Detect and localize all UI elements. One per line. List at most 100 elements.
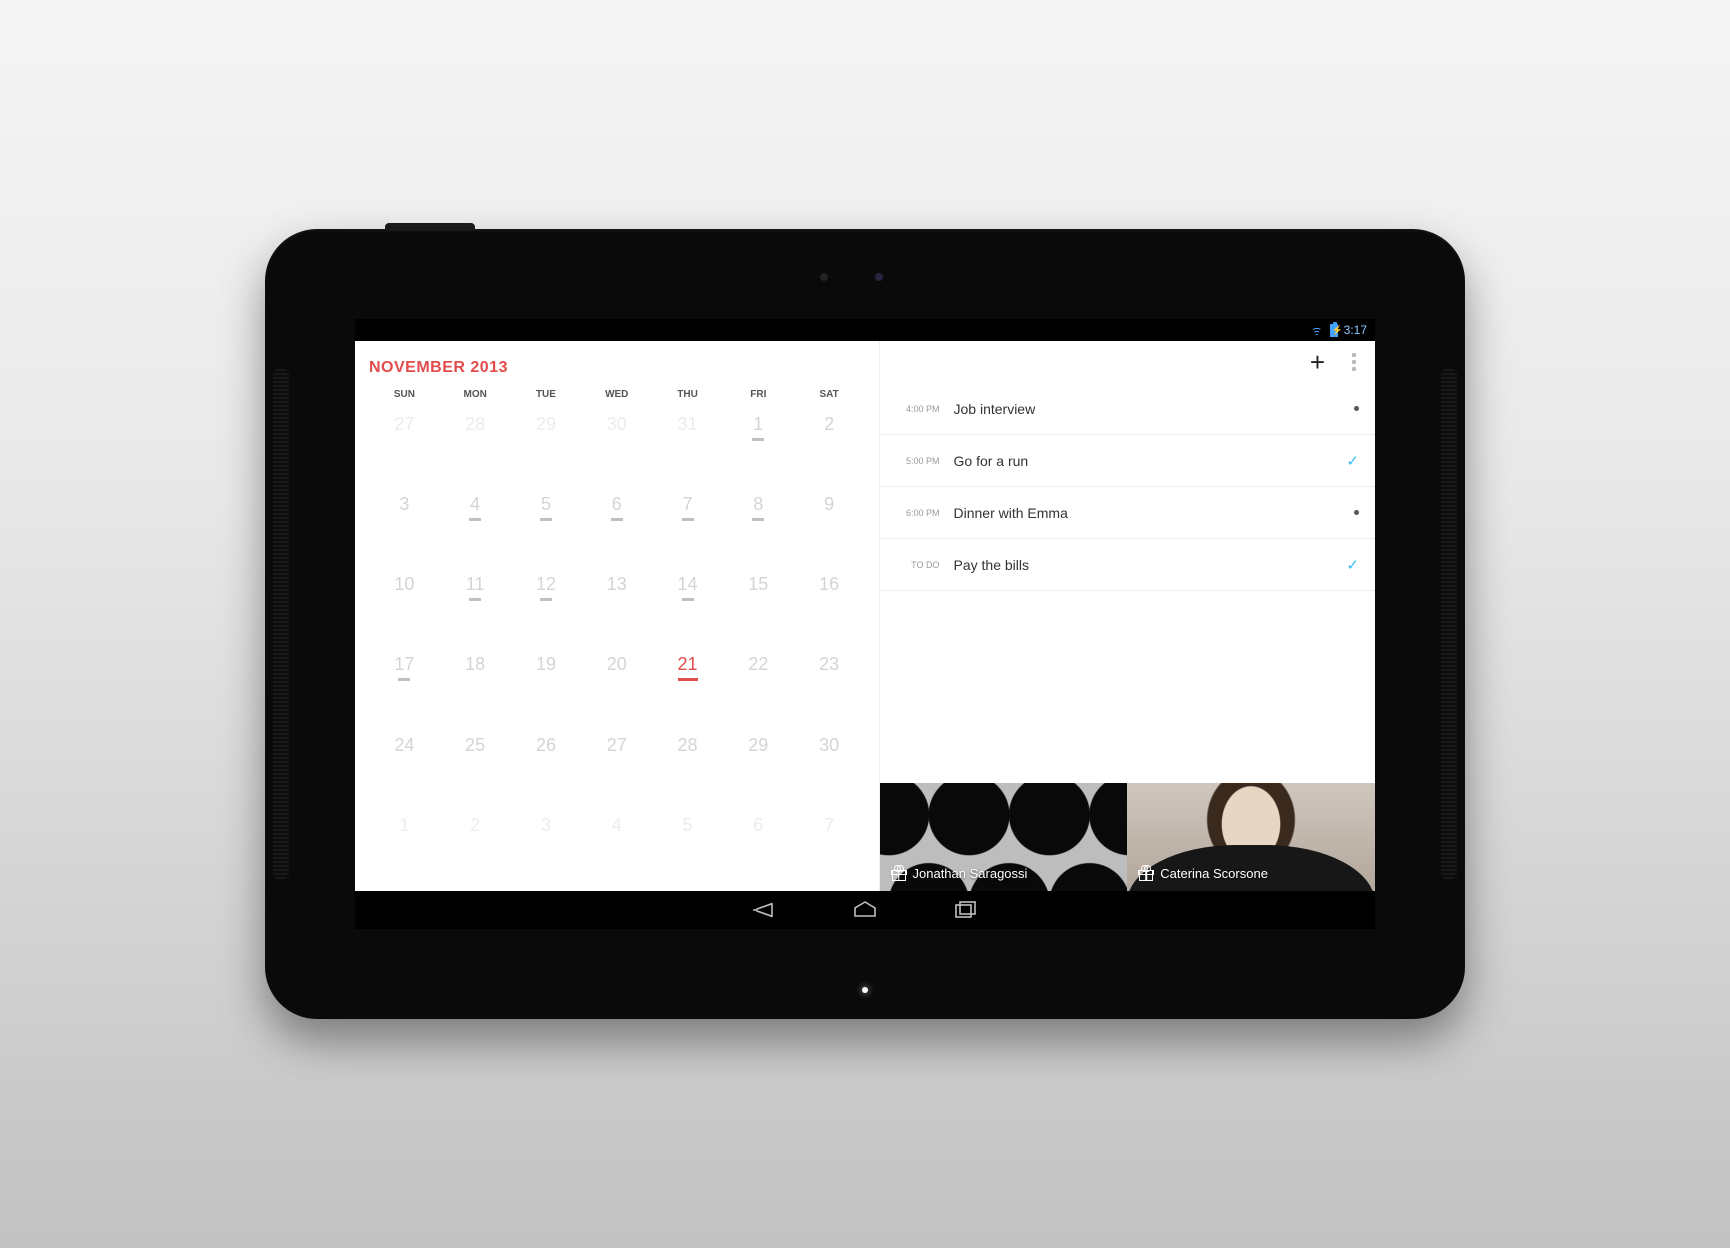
event-time: 5:00 PM [892,456,940,466]
day-number: 2 [470,815,480,836]
calendar-day-cell[interactable]: 28 [652,721,723,801]
weekday-label: THU [652,389,723,400]
calendar-day-cell[interactable]: 6 [723,801,794,881]
day-number: 3 [399,494,409,515]
calendar-day-cell[interactable]: 25 [440,721,511,801]
weekday-label: WED [581,389,652,400]
calendar-day-cell[interactable]: 5 [511,480,582,560]
calendar-day-cell[interactable]: 18 [440,640,511,720]
calendar-day-cell[interactable]: 26 [511,721,582,801]
calendar-day-cell[interactable]: 6 [581,480,652,560]
calendar-day-cell[interactable]: 29 [511,400,582,480]
calendar-day-cell[interactable]: 4 [581,801,652,881]
contact-name: Caterina Scorsone [1160,866,1268,881]
weekday-label: SAT [794,389,865,400]
calendar-day-cell[interactable]: 31 [652,400,723,480]
calendar-day-cell[interactable]: 29 [723,721,794,801]
calendar-day-cell[interactable]: 1 [723,400,794,480]
birthday-contacts: Jonathan Saragossi Caterina Scorsone [880,783,1376,891]
day-number: 30 [607,414,627,435]
calendar-day-cell[interactable]: 10 [369,560,440,640]
day-number: 12 [536,574,556,595]
day-number: 7 [824,815,834,836]
event-mark [469,518,481,521]
calendar-day-cell[interactable]: 30 [794,721,865,801]
calendar-day-cell[interactable]: 9 [794,480,865,560]
calendar-day-cell[interactable]: 7 [652,480,723,560]
calendar-day-cell[interactable]: 28 [440,400,511,480]
day-number: 21 [678,654,698,675]
calendar-day-cell[interactable]: 15 [723,560,794,640]
day-number: 23 [819,654,839,675]
calendar-day-cell[interactable]: 22 [723,640,794,720]
calendar-day-cell[interactable]: 13 [581,560,652,640]
event-mark [678,678,698,681]
calendar-day-cell[interactable]: 17 [369,640,440,720]
calendar-day-cell[interactable]: 27 [369,400,440,480]
day-number: 4 [612,815,622,836]
day-number: 9 [824,494,834,515]
calendar-day-cell[interactable]: 24 [369,721,440,801]
event-row[interactable]: 5:00 PMGo for a run✓ [880,435,1376,487]
calendar-day-cell[interactable]: 20 [581,640,652,720]
day-number: 18 [465,654,485,675]
day-number: 28 [465,414,485,435]
day-number: 14 [678,574,698,595]
event-row[interactable]: TO DOPay the bills✓ [880,539,1376,591]
day-number: 22 [748,654,768,675]
event-row[interactable]: 6:00 PMDinner with Emma [880,487,1376,539]
calendar-day-cell[interactable]: 12 [511,560,582,640]
check-icon: ✓ [1346,556,1359,574]
event-row[interactable]: 4:00 PMJob interview [880,383,1376,435]
calendar-day-cell[interactable]: 4 [440,480,511,560]
calendar-day-cell[interactable]: 19 [511,640,582,720]
calendar-day-cell[interactable]: 30 [581,400,652,480]
overflow-menu-button[interactable] [1347,353,1361,371]
calendar-day-cell[interactable]: 2 [440,801,511,881]
calendar-day-cell[interactable]: 2 [794,400,865,480]
day-number: 25 [465,735,485,756]
power-button[interactable] [385,223,475,231]
calendar-app: NOVEMBER 2013 SUNMONTUEWEDTHUFRISAT 2728… [355,341,1375,891]
day-number: 13 [607,574,627,595]
day-number: 31 [678,414,698,435]
gift-icon [1139,867,1153,881]
nav-back-button[interactable] [752,900,778,920]
event-mark [540,518,552,521]
add-event-button[interactable]: + [1310,349,1325,375]
weekday-header: SUNMONTUEWEDTHUFRISAT [369,389,865,400]
day-number: 19 [536,654,556,675]
day-number: 28 [678,735,698,756]
day-number: 1 [753,414,763,435]
calendar-day-cell[interactable]: 3 [369,480,440,560]
calendar-day-cell[interactable]: 7 [794,801,865,881]
calendar-day-cell[interactable]: 3 [511,801,582,881]
event-title: Job interview [954,401,1355,417]
contact-card[interactable]: Caterina Scorsone [1127,783,1375,891]
calendar-grid: 2728293031123456789101112131415161718192… [369,400,865,881]
weekday-label: SUN [369,389,440,400]
status-bar[interactable]: ⚡ 3:17 [355,319,1375,341]
calendar-day-cell[interactable]: 21 [652,640,723,720]
month-title[interactable]: NOVEMBER 2013 [369,359,865,377]
calendar-day-cell[interactable]: 27 [581,721,652,801]
calendar-day-cell[interactable]: 14 [652,560,723,640]
event-mark [611,518,623,521]
day-number: 6 [612,494,622,515]
event-mark [682,518,694,521]
day-number: 6 [753,815,763,836]
calendar-day-cell[interactable]: 1 [369,801,440,881]
calendar-day-cell[interactable]: 5 [652,801,723,881]
weekday-label: FRI [723,389,794,400]
gift-icon [892,867,906,881]
day-number: 7 [683,494,693,515]
calendar-day-cell[interactable]: 8 [723,480,794,560]
contact-card[interactable]: Jonathan Saragossi [880,783,1128,891]
calendar-day-cell[interactable]: 16 [794,560,865,640]
nav-recent-button[interactable] [952,900,978,920]
day-number: 27 [394,414,414,435]
nav-home-button[interactable] [852,900,878,920]
indicator-led [862,987,868,993]
calendar-day-cell[interactable]: 11 [440,560,511,640]
calendar-day-cell[interactable]: 23 [794,640,865,720]
